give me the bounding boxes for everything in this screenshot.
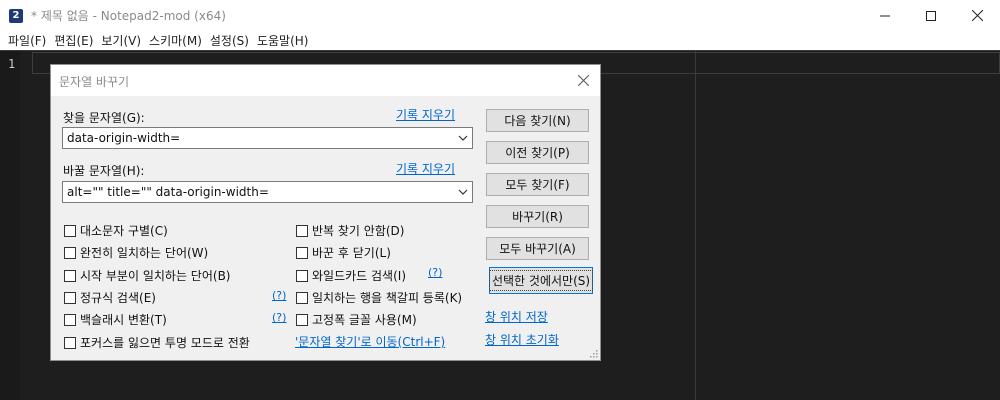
find-clear-history-link[interactable]: 기록 지우기	[396, 106, 455, 123]
backslash-checkbox[interactable]: 백슬래시 변환(T)	[64, 311, 167, 328]
replace-button[interactable]: 바꾸기(R)	[486, 205, 589, 228]
transparent-checkbox[interactable]: 포커스를 잃으면 투명 모드로 전환	[64, 334, 250, 351]
line-number: 1	[8, 57, 16, 71]
find-input[interactable]: data-origin-width=	[62, 127, 473, 149]
replace-input[interactable]: alt="" title="" data-origin-width=	[62, 181, 473, 203]
in-selection-button[interactable]: 선택한 것에서만(S)	[488, 267, 594, 294]
monospace-checkbox[interactable]: 고정폭 글꼴 사용(M)	[296, 311, 417, 328]
regex-help-link[interactable]: (?)	[272, 289, 286, 302]
chevron-down-icon[interactable]	[457, 184, 469, 200]
save-window-position-link[interactable]: 창 위치 저장	[485, 308, 548, 325]
dialog-title: 문자열 바꾸기	[59, 75, 130, 89]
checkbox-box[interactable]	[296, 269, 308, 282]
reset-window-position-link[interactable]: 창 위치 초기화	[485, 331, 559, 348]
backslash-help-link[interactable]: (?)	[272, 311, 286, 324]
find-previous-button[interactable]: 이전 찾기(P)	[486, 141, 589, 164]
menu-settings[interactable]: 설정(S)	[206, 32, 253, 49]
regex-label: 정규식 검색(E)	[80, 291, 156, 305]
checkbox-box[interactable]	[64, 224, 76, 237]
title-bar: 2 * 제목 없음 - Notepad2-mod (x64)	[0, 0, 1000, 31]
close-icon	[577, 74, 589, 86]
close-after-replace-label: 바꾼 후 닫기(L)	[312, 246, 391, 260]
window-title: * 제목 없음 - Notepad2-mod (x64)	[31, 9, 226, 23]
no-wrap-label: 반복 찾기 안함(D)	[312, 224, 405, 238]
maximize-icon	[926, 10, 936, 21]
close-after-replace-checkbox[interactable]: 바꾼 후 닫기(L)	[296, 244, 391, 261]
checkbox-box[interactable]	[64, 336, 76, 349]
wildcard-help-link[interactable]: (?)	[428, 266, 442, 279]
menu-scheme[interactable]: 스키마(M)	[145, 32, 206, 49]
checkbox-box[interactable]	[296, 291, 308, 304]
whole-word-checkbox[interactable]: 완전히 일치하는 단어(W)	[64, 244, 208, 261]
menu-bar: 파일(F) 편집(E) 보기(V) 스키마(M) 설정(S) 도움말(H)	[0, 31, 1000, 50]
chevron-down-icon[interactable]	[457, 130, 469, 146]
goto-find-link[interactable]: '문자열 찾기'로 이동(Ctrl+F)	[295, 333, 445, 350]
close-window-button[interactable]	[954, 0, 1000, 31]
no-wrap-checkbox[interactable]: 반복 찾기 안함(D)	[296, 222, 404, 239]
maximize-button[interactable]	[908, 0, 954, 31]
dialog-close-button[interactable]	[570, 68, 596, 92]
replace-dialog: 문자열 바꾸기 찾을 문자열(G): 기록 지우기 data-origin-wi…	[50, 64, 601, 361]
long-line-marker	[695, 51, 696, 400]
regex-checkbox[interactable]: 정규식 검색(E)	[64, 289, 156, 306]
find-next-button[interactable]: 다음 찾기(N)	[486, 109, 589, 132]
bookmark-checkbox[interactable]: 일치하는 행을 책갈피 등록(K)	[296, 289, 462, 306]
match-case-checkbox[interactable]: 대소문자 구별(C)	[64, 222, 168, 239]
replace-clear-history-link[interactable]: 기록 지우기	[396, 160, 455, 177]
checkbox-box[interactable]	[64, 269, 76, 282]
word-start-checkbox[interactable]: 시작 부분이 일치하는 단어(B)	[64, 267, 230, 284]
in-selection-label: 선택한 것에서만(S)	[488, 270, 594, 291]
dialog-title-bar: 문자열 바꾸기	[51, 65, 600, 96]
find-input-value: data-origin-width=	[67, 131, 181, 145]
wildcard-checkbox[interactable]: 와일드카드 검색(I)	[296, 267, 406, 284]
whole-word-label: 완전히 일치하는 단어(W)	[80, 246, 209, 260]
checkbox-box[interactable]	[296, 246, 308, 259]
resize-grip-icon[interactable]	[590, 350, 598, 358]
replace-input-value: alt="" title="" data-origin-width=	[67, 185, 269, 199]
find-all-button[interactable]: 모두 찾기(F)	[486, 173, 589, 196]
checkbox-box[interactable]	[64, 246, 76, 259]
replace-all-button[interactable]: 모두 바꾸기(A)	[486, 237, 589, 260]
checkbox-box[interactable]	[64, 313, 76, 326]
app-icon: 2	[9, 8, 23, 23]
checkbox-box[interactable]	[296, 313, 308, 326]
checkbox-box[interactable]	[296, 224, 308, 237]
replace-label: 바꿀 문자열(H):	[63, 164, 145, 178]
transparent-label: 포커스를 잃으면 투명 모드로 전환	[80, 336, 250, 350]
match-case-label: 대소문자 구별(C)	[80, 224, 168, 238]
checkbox-box[interactable]	[64, 291, 76, 304]
wildcard-label: 와일드카드 검색(I)	[312, 269, 406, 283]
backslash-label: 백슬래시 변환(T)	[80, 313, 167, 327]
word-start-label: 시작 부분이 일치하는 단어(B)	[80, 269, 231, 283]
bookmark-label: 일치하는 행을 책갈피 등록(K)	[312, 291, 463, 305]
menu-file[interactable]: 파일(F)	[4, 32, 50, 49]
menu-edit[interactable]: 편집(E)	[50, 32, 97, 49]
menu-help[interactable]: 도움말(H)	[253, 32, 313, 49]
minimize-button[interactable]	[862, 0, 908, 31]
menu-view[interactable]: 보기(V)	[97, 32, 145, 49]
minimize-icon	[880, 15, 890, 16]
monospace-label: 고정폭 글꼴 사용(M)	[312, 313, 417, 327]
find-label: 찾을 문자열(G):	[63, 111, 145, 125]
close-icon	[971, 10, 983, 21]
line-number-gutter: 1	[0, 51, 20, 400]
